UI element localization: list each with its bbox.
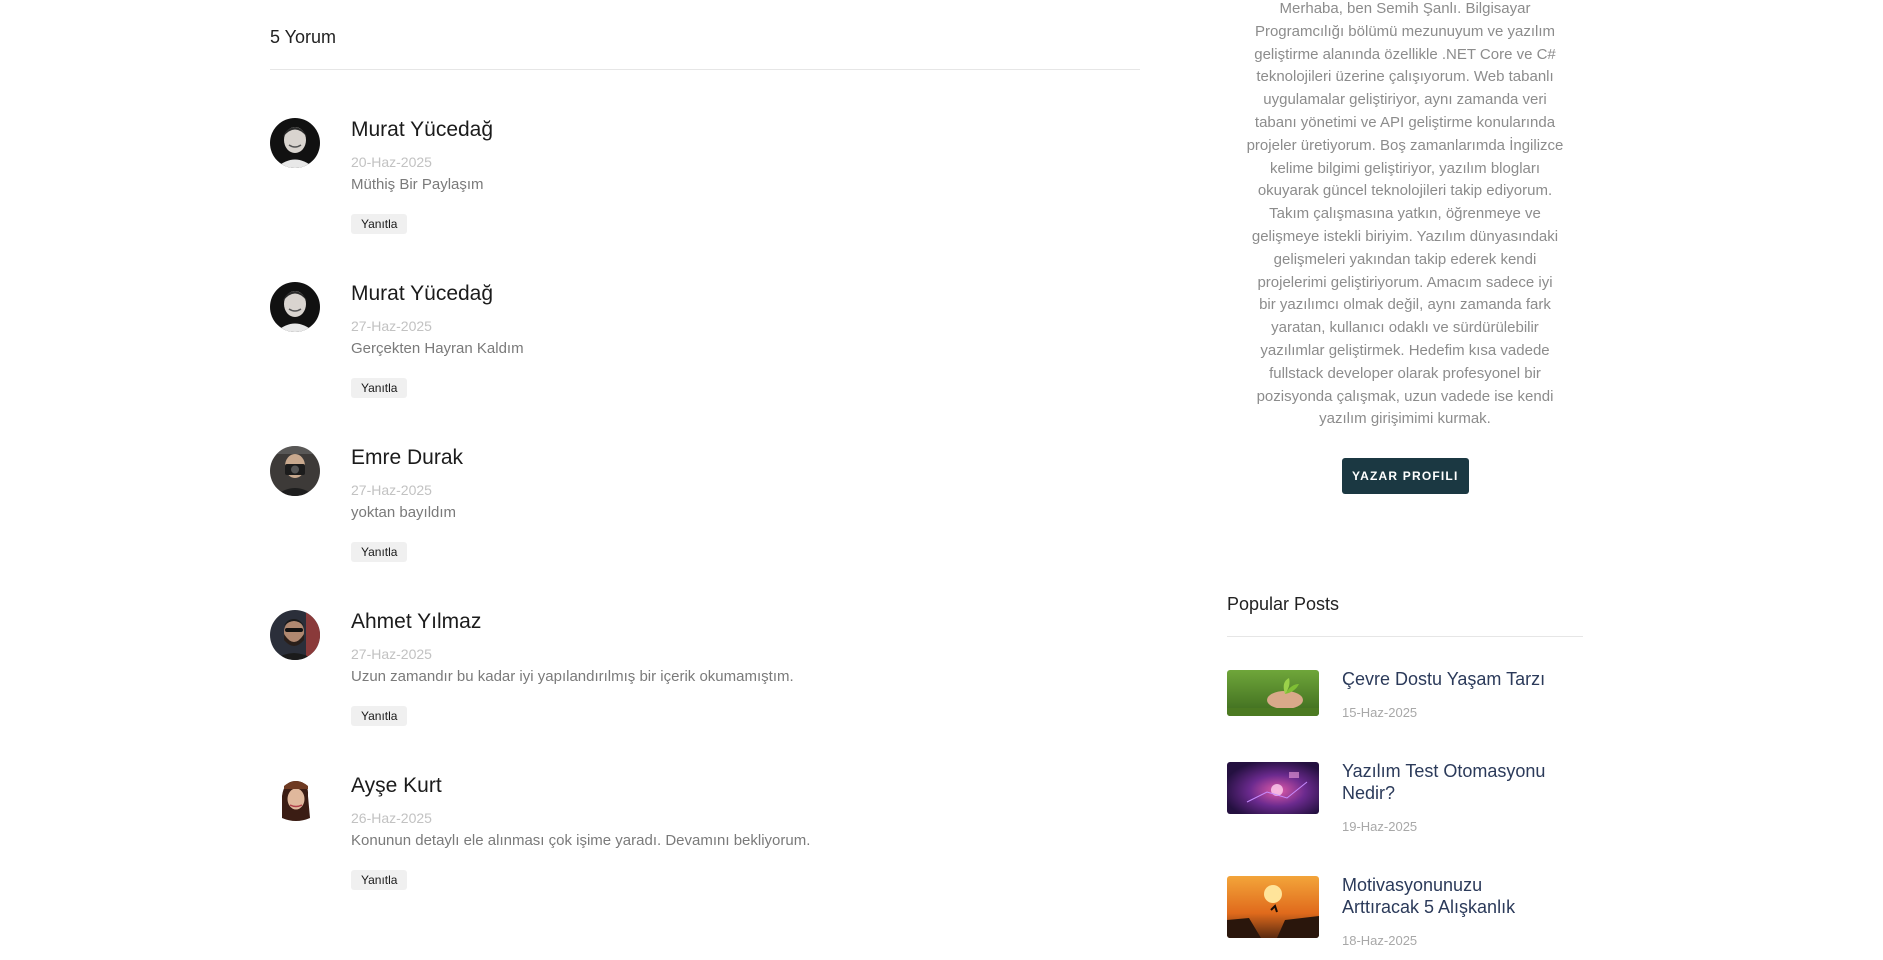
author-bio-line: gelişmeleri yakından takip ederek kendi (1273, 250, 1537, 268)
post-title[interactable]: Çevre Dostu Yaşam Tarzı (1342, 669, 1582, 691)
user-avatar-icon (270, 446, 320, 496)
comment-date: 27-Haz-2025 (351, 318, 432, 334)
comment-text: Uzun zamandır bu kadar iyi yapılandırılm… (351, 668, 794, 685)
author-bio-line: teknolojileri üzerine çalışıyorum. Web t… (1256, 68, 1554, 86)
post-title-line: Arttıracak 5 Alışkanlık (1342, 896, 1516, 917)
comments-divider (270, 69, 1140, 70)
plant-in-hands-image-icon (1227, 670, 1319, 716)
comment-text: Gerçekten Hayran Kaldım (351, 340, 524, 357)
user-avatar-icon (270, 282, 320, 332)
comment-date: 26-Haz-2025 (351, 810, 432, 826)
tech-automation-image-icon (1227, 762, 1319, 814)
avatar (270, 118, 320, 168)
post-title-line: Motivasyonunuzu (1342, 875, 1483, 895)
comment-text: Konunun detaylı ele alınması çok işime y… (351, 832, 811, 849)
comment-item: Emre Durak 27-Haz-2025 yoktan bayıldım Y… (270, 446, 1140, 596)
avatar (270, 610, 320, 660)
comment-date: 20-Haz-2025 (351, 154, 432, 170)
avatar (270, 774, 320, 824)
author-bio-line: kelime bilgimi geliştiriyor, yazılım blo… (1269, 159, 1541, 177)
author-bio-line: projeler üretiyorum. Boş zamanlarımda İn… (1246, 136, 1564, 154)
author-bio-line: geliştirme alanında özellikle .NET Core … (1254, 45, 1556, 63)
comment-author-name: Ahmet Yılmaz (351, 610, 482, 633)
post-thumbnail[interactable] (1227, 876, 1319, 938)
author-bio-line: okuyarak güncel teknolojileri takip ediy… (1257, 182, 1553, 200)
motivation-sunset-image-icon (1227, 876, 1319, 938)
reply-button[interactable]: Yanıtla (351, 706, 408, 726)
user-avatar-icon (270, 118, 320, 168)
popular-posts-heading: Popular Posts (1227, 594, 1340, 614)
author-bio-line: Takım çalışmasına yatkın, öğrenmeye ve (1269, 205, 1541, 223)
post-title[interactable]: Motivasyonunuzu Arttıracak 5 Alışkanlık (1342, 875, 1582, 918)
post-thumbnail[interactable] (1227, 670, 1319, 716)
author-bio-line: uygulamalar geliştiriyor, aynı zamanda v… (1263, 91, 1547, 109)
comment-author-name: Murat Yücedağ (351, 282, 494, 305)
comment-item: Murat Yücedağ 20-Haz-2025 Müthiş Bir Pay… (270, 118, 1140, 268)
author-bio: Merhaba, ben Semih Şanlı. Bilgisayar Pro… (1227, 0, 1583, 431)
post-date: 15-Haz-2025 (1342, 705, 1418, 720)
author-bio-line: Programcılığı bölümü mezunuyum ve yazılı… (1254, 22, 1556, 40)
comment-author-name: Emre Durak (351, 446, 464, 469)
author-bio-line: fullstack developer olarak profesyonel b… (1269, 364, 1541, 382)
avatar (270, 446, 320, 496)
author-bio-line: projelerimi geliştiriyorum. Amacım sadec… (1257, 273, 1553, 291)
author-bio-line: Merhaba, ben Semih Şanlı. Bilgisayar (1279, 0, 1531, 17)
popular-posts-divider (1227, 636, 1583, 637)
author-bio-line: tabanı yönetimi ve API geliştirme konula… (1254, 113, 1556, 131)
post-date: 18-Haz-2025 (1342, 933, 1418, 948)
reply-button[interactable]: Yanıtla (351, 214, 408, 234)
post-date: 19-Haz-2025 (1342, 819, 1418, 834)
post-title-line: Çevre Dostu Yaşam Tarzı (1342, 669, 1546, 689)
post-title-line: Yazılım Test Otomasyonu (1342, 761, 1546, 781)
comment-item: Murat Yücedağ 27-Haz-2025 Gerçekten Hayr… (270, 282, 1140, 432)
post-title-line: Nedir? (1342, 782, 1396, 803)
reply-button[interactable]: Yanıtla (351, 378, 408, 398)
comment-text: yoktan bayıldım (351, 504, 457, 521)
comment-item: Ahmet Yılmaz 27-Haz-2025 Uzun zamandır b… (270, 610, 1140, 760)
comment-author-name: Murat Yücedağ (351, 118, 494, 141)
comment-author-name: Ayşe Kurt (351, 774, 442, 797)
post-title[interactable]: Yazılım Test Otomasyonu Nedir? (1342, 761, 1582, 804)
comment-item: Ayşe Kurt 26-Haz-2025 Konunun detaylı el… (270, 774, 1140, 924)
author-bio-line: yazılım girişimimi kurmak. (1319, 410, 1491, 428)
author-bio-line: yaratan, kullanıcı odaklı ve sürdürülebi… (1271, 319, 1539, 337)
post-thumbnail[interactable] (1227, 762, 1319, 814)
avatar (270, 282, 320, 332)
author-bio-line: pozisyonda çalışmak, uzun vadede ise ken… (1256, 387, 1554, 405)
author-profile-button[interactable]: YAZAR PROFILI (1342, 458, 1469, 494)
comments-count-heading: 5 Yorum (270, 27, 337, 47)
user-avatar-icon (270, 774, 320, 824)
author-bio-line: yazılımlar geliştirmek. Hedefim kısa vad… (1260, 341, 1550, 359)
author-bio-line: gelişmeye istekli biriyim. Yazılım dünya… (1251, 227, 1559, 245)
reply-button[interactable]: Yanıtla (351, 542, 408, 562)
comment-text: Müthiş Bir Paylaşım (351, 176, 484, 193)
comment-date: 27-Haz-2025 (351, 482, 432, 498)
comment-date: 27-Haz-2025 (351, 646, 432, 662)
author-bio-line: bir yazılımcı olmak değil, aynı zamanda … (1259, 296, 1551, 314)
reply-button[interactable]: Yanıtla (351, 870, 408, 890)
user-avatar-icon (270, 610, 320, 660)
